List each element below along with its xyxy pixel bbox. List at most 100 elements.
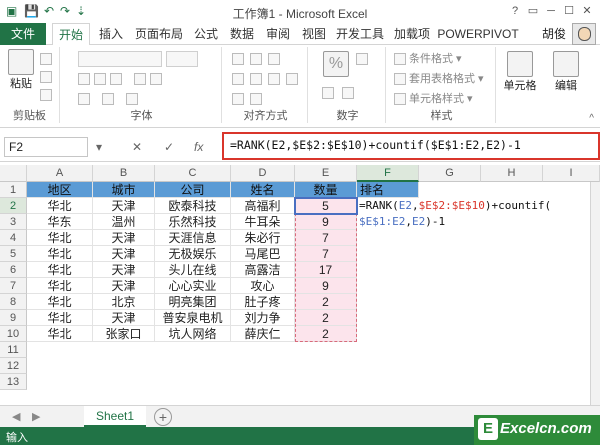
cell-f2-formula-line1[interactable]: =RANK(E2,$E$2:$E$10)+countif( — [359, 198, 551, 214]
format-as-table-button[interactable]: 套用表格格式 ▾ — [394, 71, 484, 87]
cell-company[interactable]: 天涯信息 — [155, 230, 231, 246]
cell-region[interactable]: 华北 — [27, 326, 93, 342]
align-top-icon[interactable] — [232, 53, 244, 65]
tab-home[interactable]: 开始 — [52, 23, 90, 46]
cell-company[interactable]: 普安泉电机 — [155, 310, 231, 326]
row-header-7[interactable]: 7 — [0, 278, 27, 294]
ribbon-display-icon[interactable]: ▭ — [524, 3, 542, 19]
cell-region[interactable]: 华北 — [27, 246, 93, 262]
indent-increase-icon[interactable] — [250, 93, 262, 105]
header-cell-company[interactable]: 公司 — [155, 182, 231, 198]
tab-addins[interactable]: 加载项 — [390, 23, 434, 45]
indent-decrease-icon[interactable] — [232, 93, 244, 105]
row-header-6[interactable]: 6 — [0, 262, 27, 278]
cell-city[interactable]: 天津 — [93, 230, 155, 246]
underline-icon[interactable] — [110, 73, 122, 85]
name-box-dropdown-icon[interactable]: ▾ — [96, 140, 102, 154]
cell-region[interactable]: 华北 — [27, 278, 93, 294]
name-box[interactable]: F2 — [4, 137, 88, 157]
font-size-select[interactable] — [166, 51, 198, 67]
cell-city[interactable]: 天津 — [93, 246, 155, 262]
header-cell-city[interactable]: 城市 — [93, 182, 155, 198]
avatar[interactable] — [572, 23, 596, 45]
col-header-e[interactable]: E — [295, 165, 357, 182]
tab-view[interactable]: 视图 — [297, 23, 331, 45]
copy-icon[interactable] — [40, 71, 52, 83]
cell-region[interactable]: 华东 — [27, 214, 93, 230]
cell-city[interactable]: 天津 — [93, 198, 155, 214]
cell-styles-button[interactable]: 单元格样式 ▾ — [394, 91, 473, 107]
cell-city[interactable]: 天津 — [93, 310, 155, 326]
row-header-1[interactable]: 1 — [0, 182, 27, 198]
border-icon[interactable] — [78, 93, 90, 105]
decimal-decrease-icon[interactable] — [342, 87, 354, 99]
header-cell-quantity[interactable]: 数量 — [295, 182, 357, 198]
row-header-3[interactable]: 3 — [0, 214, 27, 230]
decimal-increase-icon[interactable] — [322, 87, 334, 99]
cell-city[interactable]: 天津 — [93, 278, 155, 294]
conditional-format-button[interactable]: 条件格式 ▾ — [394, 51, 462, 67]
col-header-d[interactable]: D — [231, 165, 295, 182]
worksheet-grid[interactable]: A B C D E F G H I 1 2 3 4 5 6 7 8 9 10 1… — [0, 165, 600, 405]
cell-name[interactable]: 高露洁 — [231, 262, 295, 278]
format-painter-icon[interactable] — [40, 89, 52, 101]
cell-name[interactable]: 刘力争 — [231, 310, 295, 326]
header-cell-region[interactable]: 地区 — [27, 182, 93, 198]
cell-company[interactable]: 欧泰科技 — [155, 198, 231, 214]
col-header-h[interactable]: H — [481, 165, 543, 182]
row-header-5[interactable]: 5 — [0, 246, 27, 262]
formula-input[interactable]: =RANK(E2,$E$2:$E$10)+countif($E$1:E2,E2)… — [230, 138, 521, 152]
select-all-corner[interactable] — [0, 165, 27, 182]
cell-region[interactable]: 华北 — [27, 294, 93, 310]
align-center-icon[interactable] — [250, 73, 262, 85]
cell-company[interactable]: 明亮集团 — [155, 294, 231, 310]
cell-name[interactable]: 高福利 — [231, 198, 295, 214]
font-color-icon[interactable] — [126, 93, 138, 105]
col-header-g[interactable]: G — [419, 165, 481, 182]
user-name[interactable]: 胡俊 — [542, 23, 566, 45]
fill-color-icon[interactable] — [102, 93, 114, 105]
cell-company[interactable]: 无极娱乐 — [155, 246, 231, 262]
col-header-f[interactable]: F — [357, 165, 419, 182]
cell-name[interactable]: 牛耳朵 — [231, 214, 295, 230]
paste-button[interactable]: 粘贴 — [6, 49, 36, 91]
tab-review[interactable]: 审阅 — [261, 23, 295, 45]
enter-icon[interactable]: ✓ — [164, 140, 174, 154]
prev-sheet-icon[interactable]: ◀ — [12, 410, 20, 423]
tab-insert[interactable]: 插入 — [93, 23, 129, 45]
tab-file[interactable]: 文件 — [0, 23, 46, 45]
col-header-a[interactable]: A — [27, 165, 93, 182]
cell-f2-formula-line2[interactable]: $E$1:E2,E2)-1 — [359, 214, 445, 230]
row-header-11[interactable]: 11 — [0, 342, 27, 358]
cell-city[interactable]: 张家口 — [93, 326, 155, 342]
align-middle-icon[interactable] — [250, 53, 262, 65]
cell-city[interactable]: 温州 — [93, 214, 155, 230]
align-right-icon[interactable] — [268, 73, 280, 85]
sheet-tab-sheet1[interactable]: Sheet1 — [84, 406, 146, 427]
cells-button[interactable]: 单元格 — [498, 51, 542, 93]
tab-page-layout[interactable]: 页面布局 — [131, 23, 187, 45]
insert-function-icon[interactable]: fx — [194, 140, 203, 154]
cut-icon[interactable] — [40, 53, 52, 65]
font-grow-icon[interactable] — [134, 73, 146, 85]
edit-button[interactable]: 编辑 — [546, 51, 586, 93]
row-header-12[interactable]: 12 — [0, 358, 27, 374]
col-header-c[interactable]: C — [155, 165, 231, 182]
cell-region[interactable]: 华北 — [27, 310, 93, 326]
row-header-8[interactable]: 8 — [0, 294, 27, 310]
close-icon[interactable]: ✕ — [578, 3, 596, 19]
col-header-b[interactable]: B — [93, 165, 155, 182]
cell-city[interactable]: 天津 — [93, 262, 155, 278]
cell-company[interactable]: 心心实业 — [155, 278, 231, 294]
cancel-icon[interactable]: ✕ — [132, 140, 142, 154]
comma-style-icon[interactable] — [356, 53, 368, 65]
col-header-i[interactable]: I — [543, 165, 600, 182]
tab-powerpivot[interactable]: POWERPIVOT — [437, 23, 519, 45]
align-left-icon[interactable] — [232, 73, 244, 85]
cell-company[interactable]: 头儿在线 — [155, 262, 231, 278]
cell-region[interactable]: 华北 — [27, 262, 93, 278]
cell-name[interactable]: 马尾巴 — [231, 246, 295, 262]
cell-city[interactable]: 北京 — [93, 294, 155, 310]
header-cell-name[interactable]: 姓名 — [231, 182, 295, 198]
tab-developer[interactable]: 开发工具 — [333, 23, 387, 45]
